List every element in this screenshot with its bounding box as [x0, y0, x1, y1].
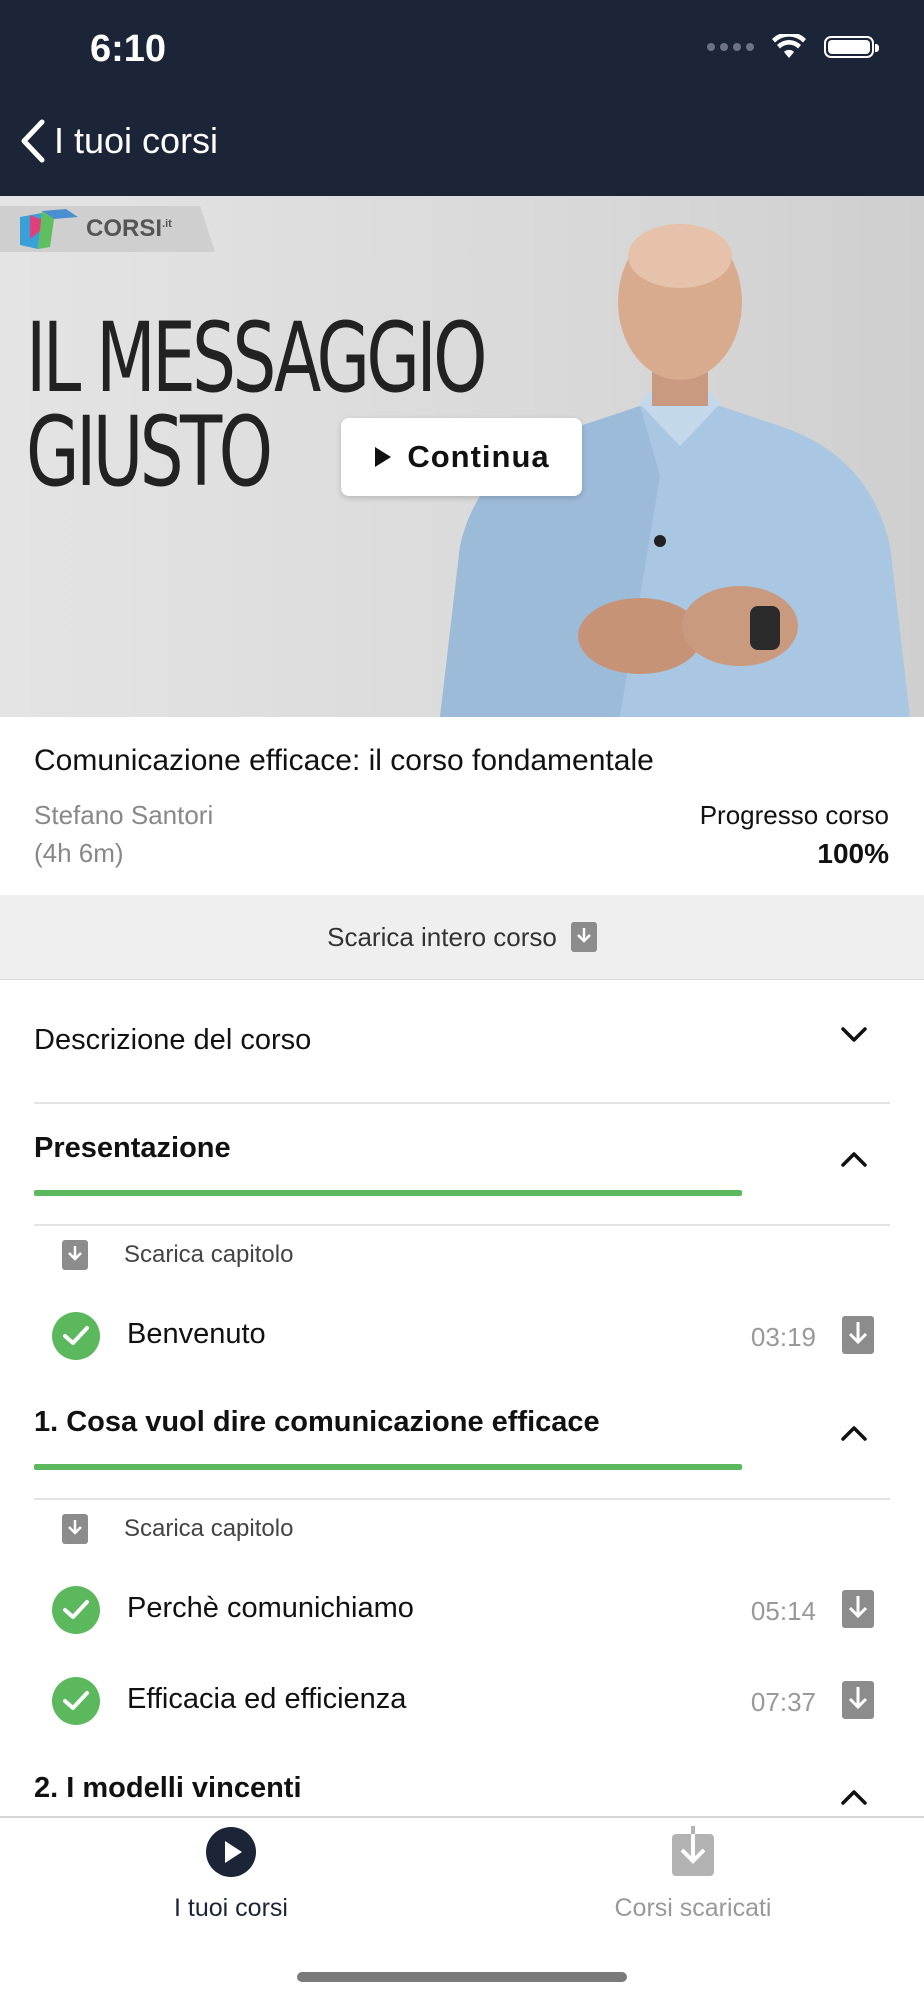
corsi-logo: CORSI.it — [0, 206, 215, 252]
course-video[interactable]: CORSI.it IL MESSAGGIO GIUSTO Continua — [0, 196, 924, 717]
download-icon[interactable] — [842, 1681, 874, 1719]
download-icon — [62, 1240, 88, 1270]
status-time: 6:10 — [90, 28, 167, 70]
progress-label: Progresso corso — [699, 800, 889, 830]
continue-label: Continua — [407, 439, 550, 474]
tab-label: I tuoi corsi — [174, 1894, 288, 1922]
section-progress-bar — [34, 1190, 742, 1196]
check-icon — [52, 1586, 100, 1634]
download-course-button[interactable]: Scarica intero corso — [0, 895, 924, 980]
download-chapter-button[interactable]: Scarica capitolo — [62, 1240, 293, 1270]
lesson-duration: 07:37 — [750, 1687, 816, 1717]
signal-icon — [707, 43, 754, 51]
chevron-up-icon[interactable] — [840, 1424, 868, 1442]
lesson-title: Benvenuto — [127, 1318, 266, 1350]
course-description-toggle[interactable]: Descrizione del corso — [34, 980, 890, 1104]
home-indicator — [297, 1972, 627, 1982]
tab-label: Corsi scaricati — [614, 1894, 772, 1922]
download-icon[interactable] — [842, 1316, 874, 1354]
lesson-title: Perchè comunichiamo — [127, 1592, 414, 1624]
lesson-duration: 05:14 — [750, 1596, 816, 1626]
chevron-up-icon[interactable] — [840, 1150, 868, 1168]
download-chapter-label: Scarica capitolo — [124, 1515, 294, 1542]
status-icons — [707, 34, 879, 60]
course-title: Comunicazione efficace: il corso fondame… — [34, 744, 654, 777]
lesson-row[interactable]: Benvenuto 03:19 — [52, 1308, 874, 1364]
wifi-icon — [772, 34, 806, 58]
top-bar: 6:10 I tuoi corsi — [0, 0, 924, 196]
download-icon — [672, 1826, 714, 1876]
battery-icon — [824, 36, 879, 58]
play-circle-icon — [206, 1827, 256, 1877]
divider — [34, 1498, 890, 1500]
back-label: I tuoi corsi — [54, 120, 219, 161]
download-chapter-button[interactable]: Scarica capitolo — [62, 1514, 293, 1544]
course-author: Stefano Santori — [34, 800, 214, 830]
section-title[interactable]: Presentazione — [34, 1132, 231, 1165]
back-button[interactable]: I tuoi corsi — [18, 118, 218, 164]
download-icon — [570, 922, 597, 952]
check-icon — [52, 1312, 100, 1360]
tab-downloaded-courses[interactable]: Corsi scaricati — [462, 1818, 924, 1938]
tab-your-courses[interactable]: I tuoi corsi — [0, 1818, 462, 1938]
logo-mark-icon — [20, 209, 78, 249]
lesson-duration: 03:19 — [750, 1322, 816, 1352]
description-label: Descrizione del corso — [34, 1024, 312, 1056]
continue-button[interactable]: Continua — [341, 418, 582, 496]
download-icon[interactable] — [842, 1590, 874, 1628]
chevron-down-icon — [841, 1027, 867, 1042]
lesson-row[interactable]: Perchè comunichiamo 05:14 — [52, 1582, 874, 1638]
chevron-up-icon[interactable] — [840, 1788, 868, 1806]
progress-value: 100% — [817, 838, 889, 869]
divider — [34, 1224, 890, 1226]
lesson-row[interactable]: Efficacia ed efficienza 07:37 — [52, 1673, 874, 1729]
section-title[interactable]: 1. Cosa vuol dire comunicazione efficace — [34, 1406, 600, 1439]
course-duration: (4h 6m) — [34, 838, 124, 868]
play-icon — [375, 447, 392, 467]
download-course-label: Scarica intero corso — [327, 921, 557, 952]
check-icon — [52, 1677, 100, 1725]
download-chapter-label: Scarica capitolo — [124, 1241, 294, 1268]
section-title[interactable]: 2. I modelli vincenti — [34, 1772, 302, 1805]
logo-text: CORSI.it — [86, 215, 172, 242]
section-progress-bar — [34, 1464, 742, 1470]
lesson-title: Efficacia ed efficienza — [127, 1683, 407, 1715]
download-icon — [62, 1514, 88, 1544]
chevron-left-icon — [21, 119, 45, 163]
